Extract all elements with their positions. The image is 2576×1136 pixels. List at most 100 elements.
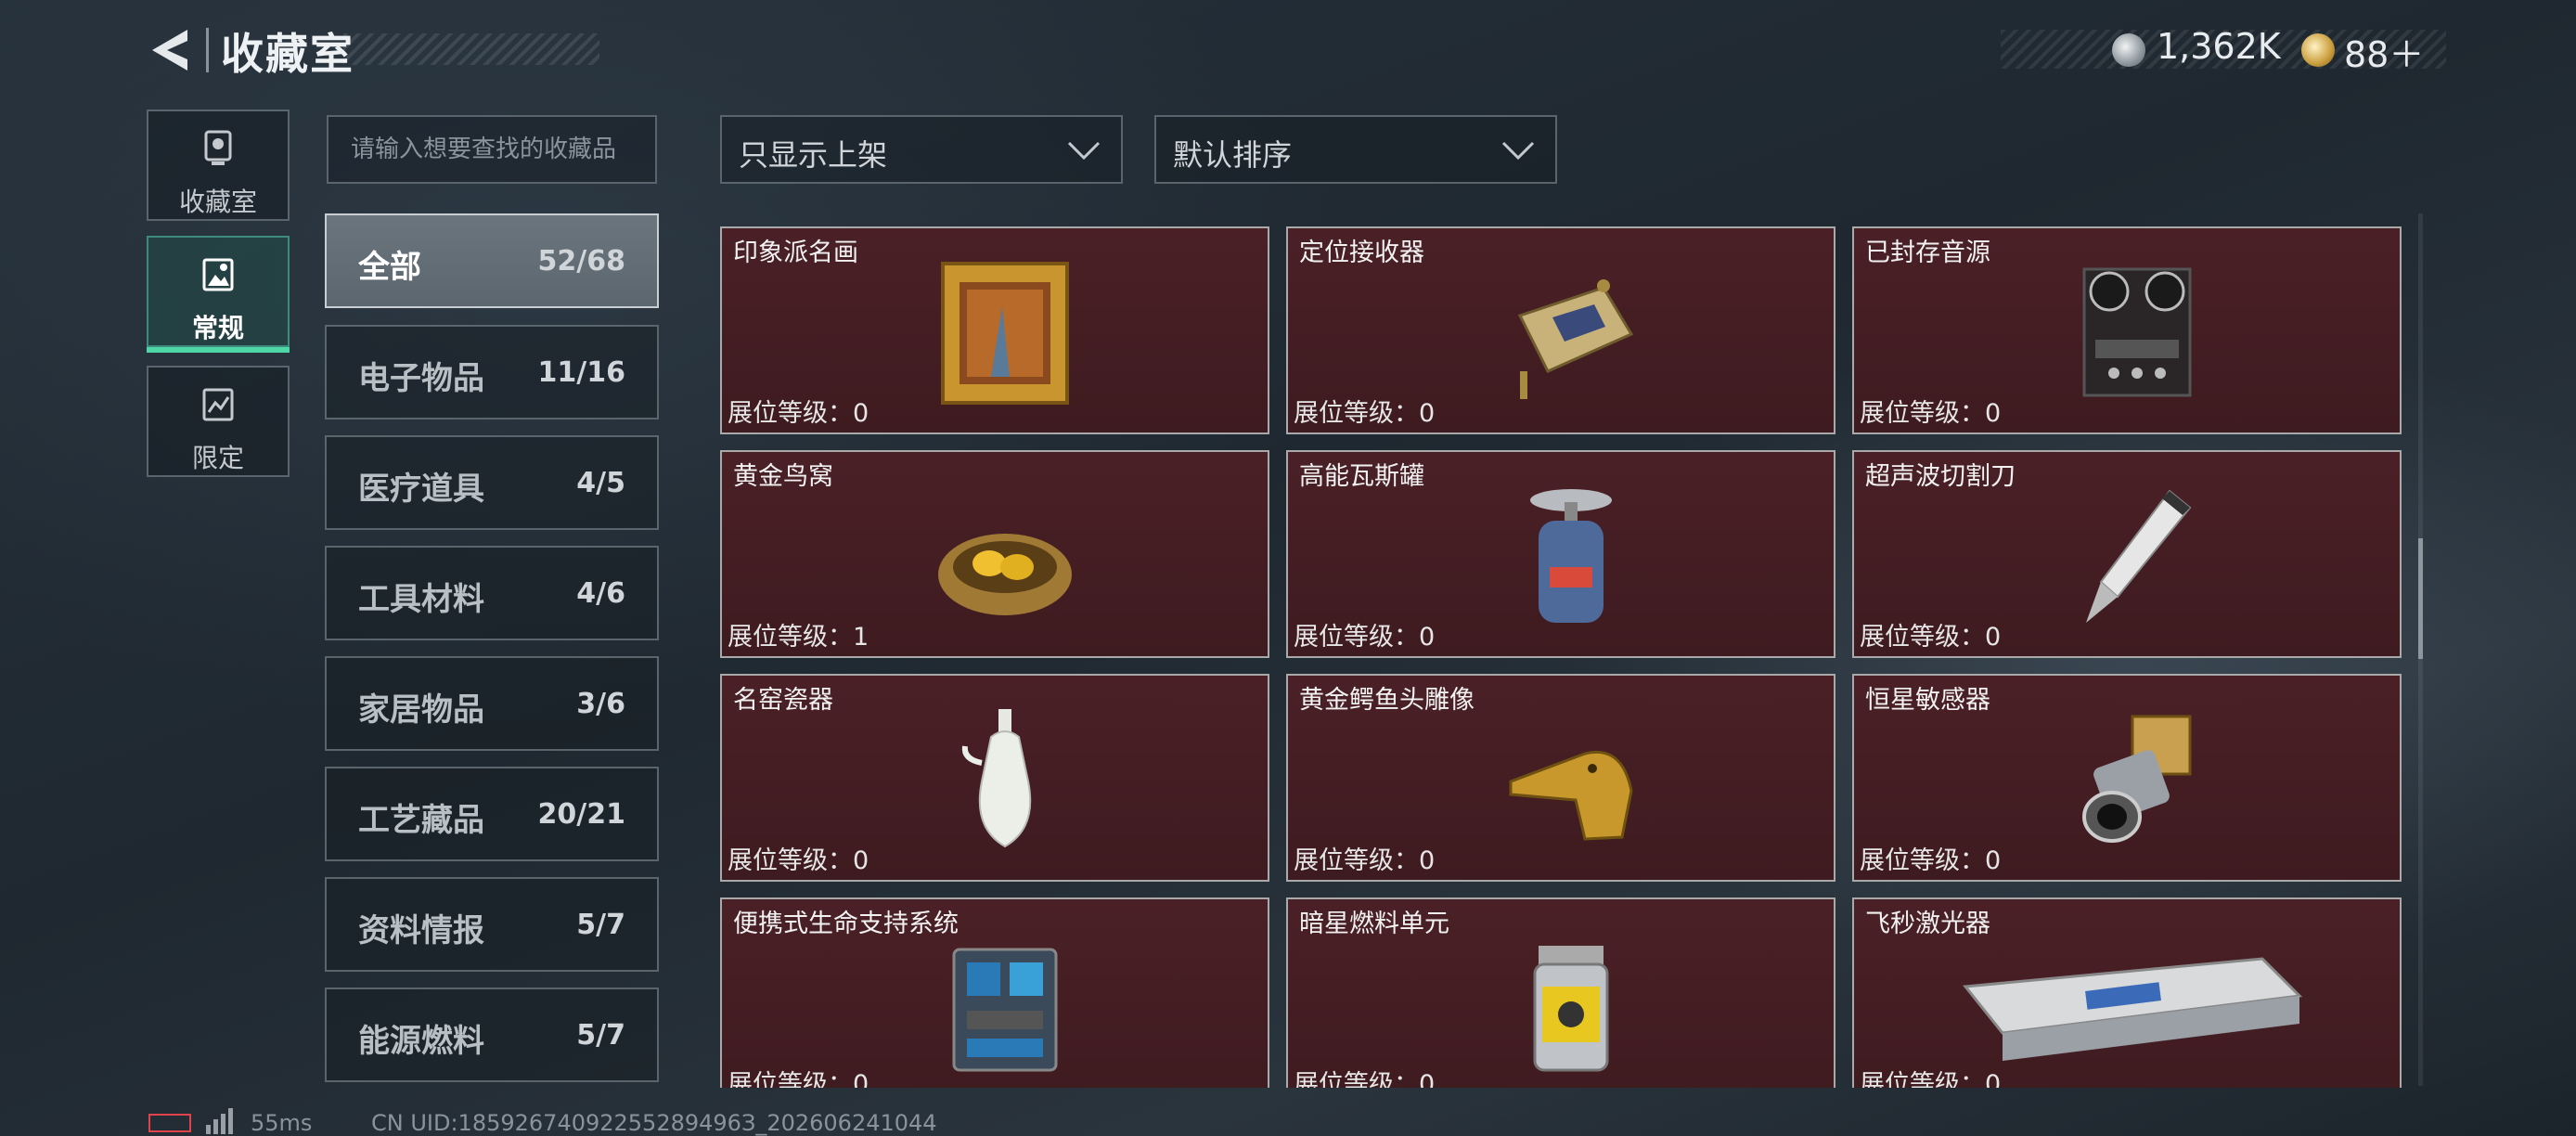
item-card[interactable]: 暗星燃料单元 展位等级：0	[1286, 897, 1835, 1088]
item-name: 定位接收器	[1299, 239, 1424, 267]
item-card[interactable]: 印象派名画 展位等级：0	[720, 226, 1269, 434]
subcategory-tools[interactable]: 工具材料 4/6	[325, 546, 659, 640]
chevron-down-icon	[1067, 141, 1101, 161]
item-level: 展位等级：0	[1294, 623, 1436, 652]
subcategory-label: 医疗道具	[358, 471, 484, 508]
item-card[interactable]: 定位接收器 展位等级：0	[1286, 226, 1835, 434]
page-title: 收藏室	[221, 29, 354, 79]
gold-coin-icon	[2301, 33, 2335, 67]
item-card[interactable]: 已封存音源 展位等级：0	[1852, 226, 2402, 434]
item-card[interactable]: 名窑瓷器 展位等级：0	[720, 674, 1269, 882]
item-card[interactable]: 便携式生命支持系统 展位等级：0	[720, 897, 1269, 1088]
item-level: 展位等级：0	[1860, 399, 2002, 428]
subcategory-energy[interactable]: 能源燃料 5/7	[325, 988, 659, 1082]
chart-icon	[202, 388, 234, 421]
ultrasonic-knife-icon	[2086, 489, 2192, 623]
subcategory-label: 电子物品	[358, 360, 484, 397]
shelf-filter-dropdown[interactable]: 只显示上架	[720, 115, 1123, 184]
tab-regular[interactable]: 常规	[147, 236, 290, 353]
subcategory-crafts[interactable]: 工艺藏品 20/21	[325, 767, 659, 861]
item-name: 高能瓦斯罐	[1299, 462, 1424, 491]
subcategory-count: 4/5	[576, 467, 625, 499]
receiver-icon	[1517, 279, 1634, 399]
item-name: 印象派名画	[733, 239, 858, 267]
tab-collection-room[interactable]: 收藏室	[147, 110, 290, 221]
porcelain-vase-icon	[961, 709, 1032, 848]
subcategory-label: 能源燃料	[358, 1023, 484, 1060]
item-level: 展位等级：0	[1860, 1070, 2002, 1088]
subcategory-label: 全部	[358, 249, 421, 286]
gold-currency-value[interactable]: 88＋	[2344, 26, 2424, 77]
user-uid: CN UID:18592674092255289496З_20260624104…	[371, 1110, 937, 1136]
item-level: 展位等级：0	[728, 1070, 869, 1088]
item-name: 超声波切割刀	[1865, 462, 2016, 491]
life-support-icon	[952, 948, 1058, 1072]
star-sensor-icon	[2082, 715, 2192, 843]
item-card[interactable]: 黄金鸟窝 展位等级：1	[720, 450, 1269, 658]
subcategory-household[interactable]: 家居物品 3/6	[325, 656, 659, 751]
picture-icon	[202, 258, 234, 291]
item-level: 展位等级：0	[728, 399, 869, 428]
item-card[interactable]: 飞秒激光器 展位等级：0	[1852, 897, 2402, 1088]
subcategory-intel[interactable]: 资料情报 5/7	[325, 877, 659, 972]
subcategory-all[interactable]: 全部 52/68	[325, 213, 659, 308]
item-level: 展位等级：0	[1294, 1070, 1436, 1088]
subcategory-count: 3/6	[576, 688, 625, 720]
gas-canister-icon	[1530, 489, 1612, 623]
item-level: 展位等级：0	[1294, 846, 1436, 875]
subcategory-count: 20/21	[537, 798, 625, 831]
item-card[interactable]: 超声波切割刀 展位等级：0	[1852, 450, 2402, 658]
ping-value: 55ms	[251, 1110, 313, 1136]
item-level: 展位等级：0	[728, 846, 869, 875]
search-input[interactable]	[328, 117, 655, 182]
item-name: 名窑瓷器	[733, 686, 833, 715]
painting-icon	[941, 262, 1069, 405]
item-name: 便携式生命支持系统	[733, 910, 959, 938]
sort-dropdown[interactable]: 默认排序	[1154, 115, 1557, 184]
tape-recorder-icon	[2082, 267, 2192, 397]
chevron-down-icon	[1501, 141, 1535, 161]
trophy-icon	[204, 130, 232, 165]
item-level: 展位等级：0	[1860, 623, 2002, 652]
back-button[interactable]	[148, 26, 191, 74]
gold-crocodile-icon	[1509, 750, 1633, 841]
silver-coin-icon	[2112, 33, 2145, 67]
back-arrow-icon	[152, 30, 187, 71]
fuel-cell-icon	[1533, 946, 1609, 1072]
item-name: 恒星敏感器	[1865, 686, 1990, 715]
item-level: 展位等级：0	[1294, 399, 1436, 428]
tab-limited[interactable]: 限定	[147, 366, 290, 477]
header-divider	[206, 28, 209, 72]
item-card[interactable]: 恒星敏感器 展位等级：0	[1852, 674, 2402, 882]
header-decoration	[343, 33, 599, 65]
sort-label: 默认排序	[1173, 137, 1293, 173]
subcategory-label: 工艺藏品	[358, 802, 484, 839]
laser-device-icon	[1963, 957, 2303, 1061]
item-name: 暗星燃料单元	[1299, 910, 1449, 938]
tab-regular-label: 常规	[191, 313, 244, 343]
subcategory-electronics[interactable]: 电子物品 11/16	[325, 325, 659, 420]
shelf-filter-label: 只显示上架	[739, 137, 888, 173]
subcategory-count: 11/16	[537, 356, 625, 389]
battery-icon	[148, 1114, 191, 1132]
item-name: 黄金鳄鱼头雕像	[1299, 686, 1475, 715]
item-level: 展位等级：1	[728, 623, 869, 652]
subcategory-medical[interactable]: 医疗道具 4/5	[325, 435, 659, 530]
signal-icon	[206, 1108, 236, 1134]
subcategory-label: 资料情报	[358, 912, 484, 949]
tab-collection-room-label: 收藏室	[178, 187, 257, 217]
item-name: 黄金鸟窝	[733, 462, 833, 491]
silver-currency-value: 1,362K	[2157, 26, 2281, 67]
item-card[interactable]: 黄金鳄鱼头雕像 展位等级：0	[1286, 674, 1835, 882]
collection-grid: 印象派名画 展位等级：0 定位接收器 展位等级：0 已封存音源 展位等级：0 黄…	[720, 226, 2424, 1088]
subcategory-label: 工具材料	[358, 581, 484, 618]
item-card[interactable]: 高能瓦斯罐 展位等级：0	[1286, 450, 1835, 658]
item-level: 展位等级：0	[1860, 846, 2002, 875]
subcategory-count: 52/68	[537, 245, 625, 278]
item-name: 已封存音源	[1865, 239, 1990, 267]
search-box	[327, 115, 657, 184]
subcategory-count: 5/7	[576, 1019, 625, 1052]
golden-nest-icon	[938, 534, 1072, 615]
subcategory-count: 4/6	[576, 577, 625, 610]
scrollbar-thumb[interactable]	[2418, 538, 2423, 659]
